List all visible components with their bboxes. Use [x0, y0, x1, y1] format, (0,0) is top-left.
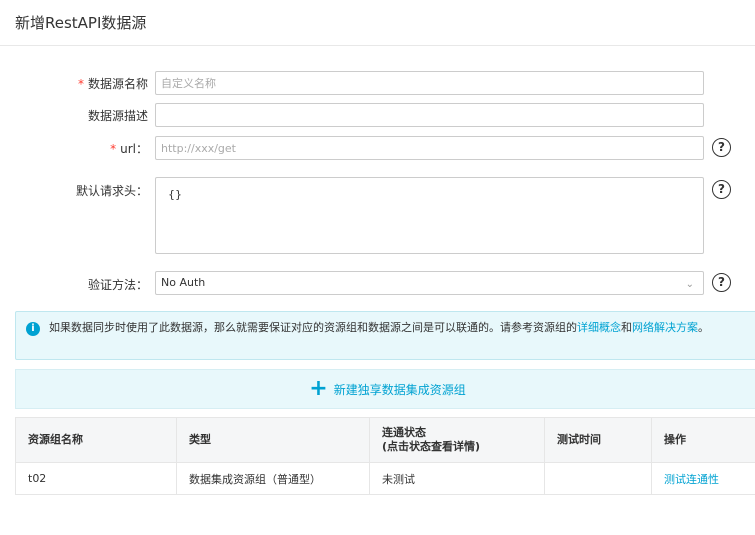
add-resource-group-label: 新建独享数据集成资源组 — [333, 382, 466, 397]
test-connectivity-link[interactable]: 测试连通性 — [664, 473, 719, 486]
table-row: t02 数据集成资源组（普通型） 未测试 测试连通性 — [15, 462, 755, 495]
status-header-line1: 连通状态 — [382, 426, 426, 439]
cell-action: 测试连通性 — [651, 462, 755, 495]
col-header-type: 类型 — [176, 417, 370, 463]
auth-label: 验证方法： — [87, 278, 148, 292]
url-input[interactable] — [155, 136, 704, 160]
cell-type: 数据集成资源组（普通型） — [176, 462, 370, 495]
auth-help-icon[interactable]: ? — [712, 273, 731, 292]
datasource-name-input[interactable] — [155, 71, 704, 95]
page-header: 新增RestAPI数据源 — [0, 0, 755, 46]
alert-text-after: 。 — [698, 321, 709, 334]
url-label-text: url： — [120, 142, 148, 156]
status-header-line2: (点击状态查看详情) — [382, 440, 481, 453]
url-label: * url： — [110, 140, 148, 157]
default-headers-textarea[interactable]: {} — [155, 177, 704, 254]
alert-text-mid: 和 — [621, 321, 632, 334]
headers-label: 默认请求头： — [75, 184, 148, 198]
network-solution-link[interactable]: 网络解决方案 — [632, 321, 698, 334]
datasource-description-input[interactable] — [155, 103, 704, 127]
col-header-name: 资源组名称 — [15, 417, 177, 463]
headers-help-icon[interactable]: ? — [712, 180, 731, 199]
cell-name: t02 — [15, 462, 177, 495]
info-icon: i — [26, 322, 40, 336]
table-header-row: 资源组名称 类型 连通状态 (点击状态查看详情) 测试时间 操作 — [15, 417, 755, 463]
col-header-test-time: 测试时间 — [544, 417, 652, 463]
auth-method-select[interactable]: No Auth ⌄ — [155, 271, 704, 295]
auth-method-value: No Auth — [161, 276, 206, 289]
name-label: * 数据源名称 — [78, 75, 148, 92]
description-label: 数据源描述 — [87, 109, 148, 123]
alert-message: 如果数据同步时使用了此数据源，那么就需要保证对应的资源组和数据源之间是可以联通的… — [49, 319, 749, 337]
url-help-icon[interactable]: ? — [712, 138, 731, 157]
add-resource-group-button[interactable]: + 新建独享数据集成资源组 — [15, 369, 755, 409]
alert-text-before: 如果数据同步时使用了此数据源，那么就需要保证对应的资源组和数据源之间是可以联通的… — [49, 321, 577, 334]
resource-group-table: 资源组名称 类型 连通状态 (点击状态查看详情) 测试时间 操作 t02 数据集成… — [15, 417, 755, 495]
plus-icon: + — [309, 376, 328, 401]
name-label-text: 数据源名称 — [87, 77, 148, 91]
chevron-down-icon: ⌄ — [685, 279, 694, 290]
cell-test-time — [544, 462, 652, 495]
required-mark: * — [77, 77, 84, 91]
col-header-status: 连通状态 (点击状态查看详情) — [369, 417, 545, 463]
info-alert: i 如果数据同步时使用了此数据源，那么就需要保证对应的资源组和数据源之间是可以联… — [15, 311, 755, 360]
cell-status[interactable]: 未测试 — [369, 462, 545, 495]
required-mark: * — [110, 142, 117, 156]
col-header-action: 操作 — [651, 417, 755, 463]
page-title: 新增RestAPI数据源 — [15, 14, 147, 32]
concept-link[interactable]: 详细概念 — [577, 321, 621, 334]
